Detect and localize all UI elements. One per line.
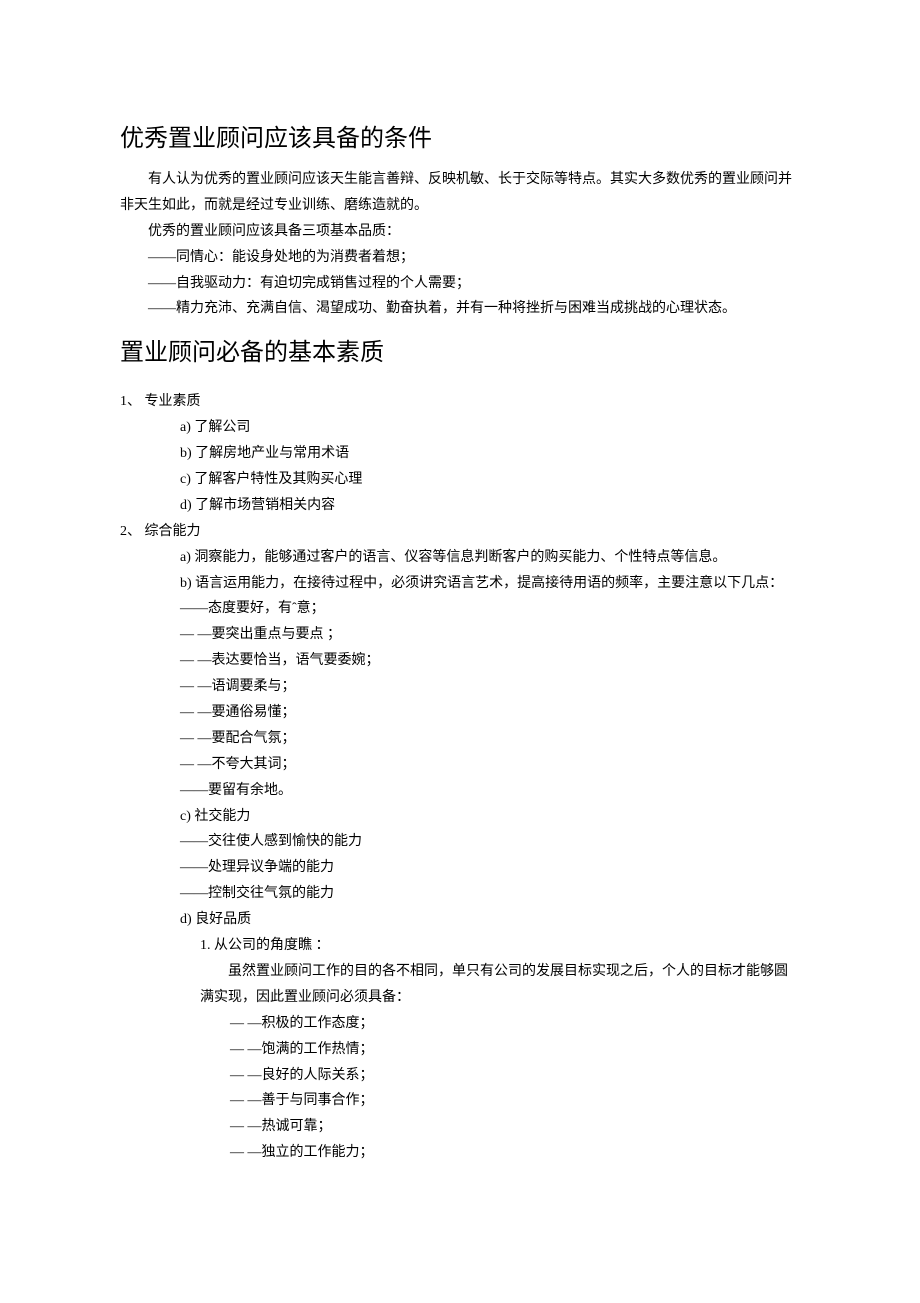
social-3: ——控制交往气氛的能力	[180, 881, 800, 907]
quality-nested-1: 1. 从公司的角度瞧 ：	[200, 933, 800, 959]
item-1c: c) 了解客户特性及其购买心理	[180, 467, 800, 493]
item-1b: b) 了解房地产业与常用术语	[180, 441, 800, 467]
qdash-3: — —良好的人际关系；	[230, 1063, 800, 1089]
item-1d: d) 了解市场营销相关内容	[180, 493, 800, 519]
qdash-2: — —饱满的工作热情；	[230, 1037, 800, 1063]
dash-3: — —表达要恰当，语气要委婉；	[180, 648, 800, 674]
dash-7: — —不夸大其词；	[180, 752, 800, 778]
dash-4: — —语调要柔与；	[180, 674, 800, 700]
dash-1: ——态度要好，有ˆ意；	[180, 596, 800, 622]
quality-intro: 优秀的置业顾问应该具备三项基本品质：	[120, 219, 800, 245]
qdash-4: — —善于与同事合作；	[230, 1088, 800, 1114]
item-2d: d) 良好品质	[180, 907, 800, 933]
dash-8: ——要留有余地。	[180, 778, 800, 804]
heading-1: 优秀置业顾问应该具备的条件	[120, 118, 800, 153]
item-1: 1、 专业素质	[120, 389, 800, 415]
dash-2: — —要突出重点与要点 ；	[180, 622, 800, 648]
qdash-5: — —热诚可靠；	[230, 1114, 800, 1140]
intro-paragraph: 有人认为优秀的置业顾问应该天生能言善辩、反映机敏、长于交际等特点。其实大多数优秀…	[120, 167, 800, 219]
qdash-1: — —积极的工作态度；	[230, 1011, 800, 1037]
quality-1: ——同情心：能设身处地的为消费者着想；	[120, 245, 800, 271]
qdash-6: — —独立的工作能力；	[230, 1140, 800, 1166]
item-2: 2、 综合能力	[120, 519, 800, 545]
item-2a: a) 洞察能力，能够通过客户的语言、仪容等信息判断客户的购买能力、个性特点等信息…	[180, 545, 800, 571]
dash-5: — —要通俗易懂；	[180, 700, 800, 726]
social-2: ——处理异议争端的能力	[180, 855, 800, 881]
item-2b: b) 语言运用能力，在接待过程中，必须讲究语言艺术，提高接待用语的频率，主要注意…	[180, 571, 800, 597]
social-1: ——交往使人感到愉快的能力	[180, 829, 800, 855]
quality-2: ——自我驱动力：有迫切完成销售过程的个人需要；	[120, 271, 800, 297]
heading-2: 置业顾问必备的基本素质	[120, 332, 800, 367]
item-2c: c) 社交能力	[180, 804, 800, 830]
quality-para: 虽然置业顾问工作的目的各不相同，单只有公司的发展目标实现之后，个人的目标才能够圆…	[200, 959, 800, 1011]
quality-3: ——精力充沛、充满自信、渴望成功、勤奋执着，并有一种将挫折与困难当成挑战的心理状…	[120, 296, 800, 322]
item-1a: a) 了解公司	[180, 415, 800, 441]
dash-6: — —要配合气氛；	[180, 726, 800, 752]
